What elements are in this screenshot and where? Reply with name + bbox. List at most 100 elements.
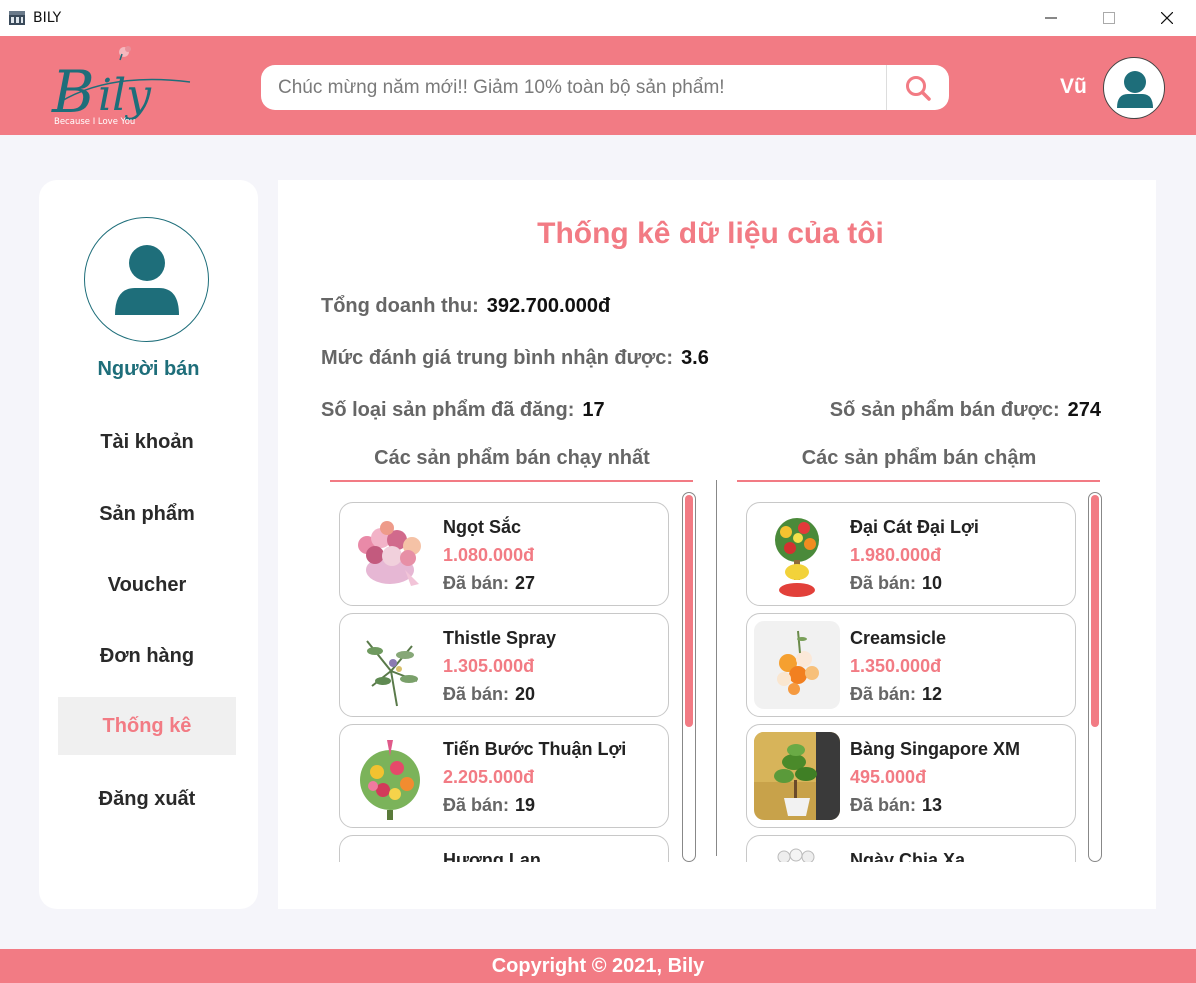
product-image (347, 732, 433, 820)
best-sellers-list: Ngọt Sắc 1.080.000đ Đã bán: 27 Thistle Sp… (339, 492, 671, 862)
svg-text:Because I Love You: Because I Love You (54, 117, 135, 127)
product-sold: Đã bán: 12 (850, 684, 942, 705)
svg-text:ily: ily (98, 70, 152, 121)
seller-avatar (84, 217, 209, 342)
best-sellers-heading: Các sản phẩm bán chạy nhất (374, 447, 650, 469)
product-card[interactable]: Creamsicle 1.350.000đ Đã bán: 12 (746, 613, 1076, 717)
seller-role-label: Người bán (97, 358, 200, 380)
product-image (347, 510, 433, 598)
sold-label: Số sản phẩm bán được: (829, 399, 1060, 421)
product-sold: Đã bán: 19 (443, 795, 535, 816)
app-header: B ily Because I Love You Vũ (0, 36, 1196, 135)
revenue-label: Tổng doanh thu: (321, 295, 479, 317)
nav-item-orders[interactable]: Đơn hàng (58, 627, 236, 685)
product-price: 1.080.000đ (443, 545, 535, 565)
nav-item-logout[interactable]: Đăng xuất (58, 770, 236, 828)
rating-label: Mức đánh giá trung bình nhận được: (321, 347, 674, 369)
sold-stat: Số sản phẩm bán được: 274 (830, 399, 1101, 422)
product-sold-label: Đã bán: (443, 795, 510, 815)
product-image (754, 621, 840, 709)
user-avatar[interactable] (1103, 57, 1165, 119)
product-card[interactable]: Bàng Singapore XM 495.000đ Đã bán: 13 (746, 724, 1076, 828)
product-sold-count: 10 (922, 573, 943, 593)
product-card[interactable]: Ngọt Sắc 1.080.000đ Đã bán: 27 (339, 502, 669, 606)
product-sold-count: 13 (922, 795, 943, 815)
product-name: Đại Cát Đại Lợi (850, 517, 979, 537)
app-icon (9, 11, 25, 25)
product-card[interactable]: Hương Lan (339, 835, 669, 862)
search-icon (906, 75, 931, 101)
nav-item-label: Tài khoản (100, 430, 194, 453)
product-image (754, 732, 840, 820)
product-name: Tiến Bước Thuận Lợi (443, 739, 627, 759)
product-sold-count: 20 (515, 684, 536, 704)
product-sold: Đã bán: 27 (443, 573, 535, 594)
sidebar: Người bán Tài khoản Sản phẩm Voucher Đơn… (39, 180, 258, 909)
product-card[interactable]: Thistle Spray 1.305.000đ Đã bán: 20 (339, 613, 669, 717)
product-types-stat: Số loại sản phẩm đã đăng: 17 (321, 399, 605, 422)
window-title: BILY (33, 10, 62, 26)
product-image (347, 843, 433, 862)
svg-text:B: B (51, 58, 95, 126)
copyright-text: Copyright © 2021, Bily (491, 954, 705, 977)
product-image (754, 510, 840, 598)
product-name: Bàng Singapore XM (850, 739, 1021, 759)
product-sold-count: 27 (515, 573, 536, 593)
footer: Copyright © 2021, Bily (0, 949, 1196, 983)
user-avatar-icon (1117, 71, 1153, 108)
product-card[interactable]: Tiến Bước Thuận Lợi 2.205.000đ Đã bán: 19 (339, 724, 669, 828)
search-bar (261, 65, 949, 110)
nav-item-products[interactable]: Sản phẩm (58, 485, 236, 543)
best-sellers-underline (330, 480, 693, 482)
product-sold: Đã bán: 20 (443, 684, 535, 705)
product-types-label: Số loại sản phẩm đã đăng: (321, 399, 575, 421)
product-card[interactable]: Đại Cát Đại Lợi 1.980.000đ Đã bán: 10 (746, 502, 1076, 606)
product-price: 2.205.000đ (443, 767, 535, 787)
product-price: 1.980.000đ (850, 545, 942, 565)
nav-item-statistics[interactable]: Thống kê (58, 697, 236, 755)
product-sold-label: Đã bán: (850, 795, 917, 815)
search-input[interactable] (261, 65, 886, 110)
product-sold-label: Đã bán: (443, 573, 510, 593)
best-sellers-scrollbar[interactable] (682, 492, 696, 862)
bily-logo[interactable]: B ily Because I Love You (50, 42, 200, 132)
revenue-value: 392.700.000đ (486, 295, 611, 317)
product-sold-label: Đã bán: (850, 573, 917, 593)
nav-item-voucher[interactable]: Voucher (58, 556, 236, 614)
minimize-button[interactable] (1028, 0, 1074, 36)
product-name: Creamsicle (850, 628, 947, 648)
product-image (754, 843, 840, 862)
nav-item-account[interactable]: Tài khoản (58, 413, 236, 471)
product-sold: Đã bán: 10 (850, 573, 942, 594)
close-button[interactable] (1144, 0, 1190, 36)
user-name[interactable]: Vũ (1060, 75, 1087, 99)
scrollbar-thumb[interactable] (685, 495, 693, 727)
revenue-stat: Tổng doanh thu: 392.700.000đ (321, 295, 610, 318)
product-sold-count: 12 (922, 684, 943, 704)
product-image (347, 621, 433, 709)
rating-stat: Mức đánh giá trung bình nhận được: 3.6 (321, 347, 709, 370)
nav-item-label: Sản phẩm (99, 502, 195, 525)
maximize-icon (1103, 12, 1115, 24)
product-name: Ngày Chia Xa (850, 850, 966, 862)
nav-item-label: Đăng xuất (98, 787, 196, 810)
minimize-icon (1045, 17, 1057, 19)
product-card[interactable]: Ngày Chia Xa (746, 835, 1076, 862)
seller-avatar-icon (115, 245, 179, 315)
product-sold-label: Đã bán: (850, 684, 917, 704)
statistics-panel: Thống kê dữ liệu của tôi Tổng doanh thu:… (278, 180, 1156, 909)
window-titlebar: BILY (0, 0, 1196, 36)
nav-item-label: Thống kê (102, 714, 192, 737)
column-divider (716, 480, 717, 856)
product-price: 495.000đ (850, 767, 927, 787)
product-price: 1.350.000đ (850, 656, 942, 676)
product-price: 1.305.000đ (443, 656, 535, 676)
search-button[interactable] (887, 65, 949, 110)
product-name: Thistle Spray (443, 628, 557, 648)
slow-sellers-scrollbar[interactable] (1088, 492, 1102, 862)
slow-sellers-underline (737, 480, 1100, 482)
page-title: Thống kê dữ liệu của tôi (537, 217, 884, 250)
scrollbar-thumb[interactable] (1091, 495, 1099, 727)
maximize-button[interactable] (1086, 0, 1132, 36)
nav-item-label: Voucher (107, 573, 187, 596)
